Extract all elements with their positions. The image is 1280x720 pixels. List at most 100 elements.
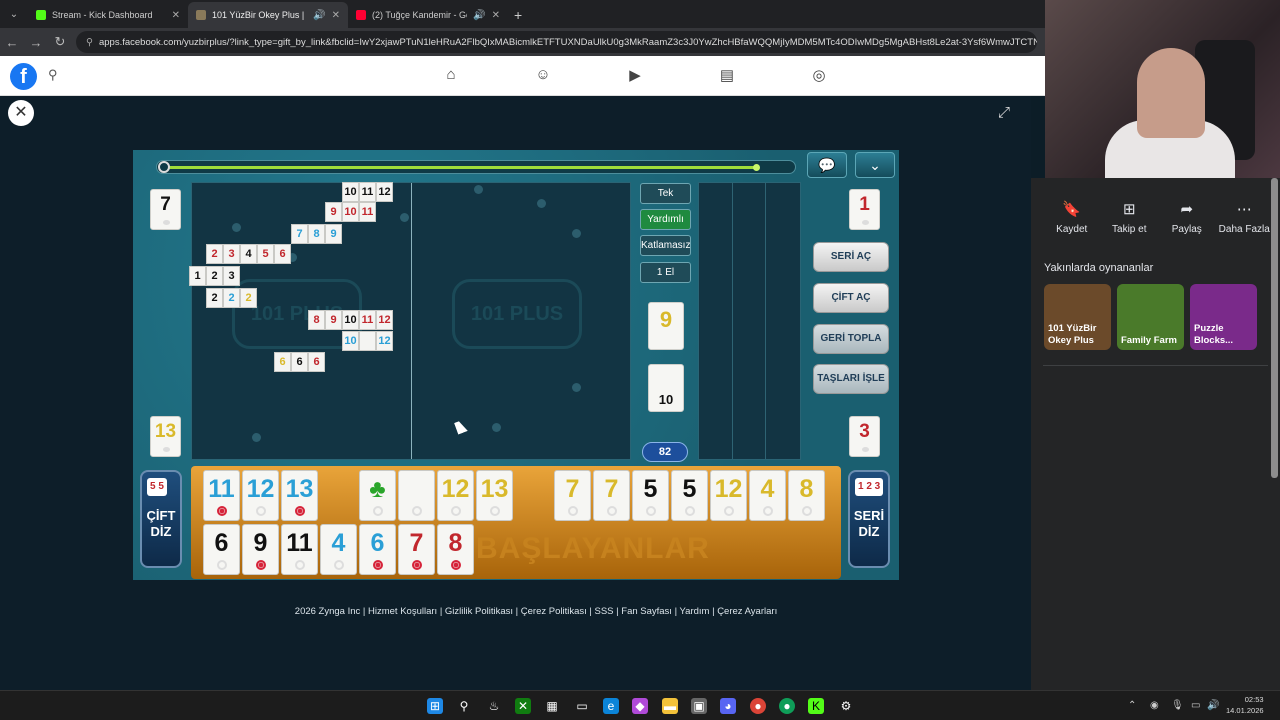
rack-tile[interactable]: 8 — [437, 524, 474, 575]
footer-links[interactable]: 2026 Zynga Inc | Hizmet Koşulları | Gizl… — [0, 606, 1072, 617]
network-icon[interactable]: ▭ — [1191, 700, 1200, 711]
friends-icon[interactable]: ☺ — [533, 66, 553, 86]
rack-tile[interactable]: 7 — [554, 470, 591, 521]
back-icon[interactable]: ← — [0, 35, 24, 50]
table-tile[interactable]: 6 — [291, 352, 308, 372]
scrollbar[interactable] — [1271, 178, 1278, 478]
reload-icon[interactable]: ↻ — [48, 34, 72, 50]
volume-icon[interactable]: 🔊 — [1207, 700, 1219, 711]
table-tile[interactable]: 9 — [325, 224, 342, 244]
follow-button[interactable]: ⊞ Takip et — [1101, 200, 1159, 235]
rack-tile[interactable]: 9 — [242, 524, 279, 575]
close-tab-icon[interactable]: ✕ — [172, 10, 180, 21]
taskbar-clock[interactable]: 02:53 14.01.2026 — [1226, 694, 1264, 716]
table-tile[interactable]: 2 — [240, 288, 257, 308]
table-tile[interactable]: 3 — [223, 266, 240, 286]
marketplace-icon[interactable]: ▤ — [717, 66, 737, 86]
fullscreen-icon[interactable]: ⤢ — [998, 104, 1010, 121]
tab-search-icon[interactable]: ⌄ — [0, 0, 28, 28]
edge-icon[interactable]: e — [603, 698, 619, 714]
table-tile[interactable]: 4 — [240, 244, 257, 264]
rack-tile[interactable]: 12 — [242, 470, 279, 521]
table-tile[interactable]: 10 — [342, 182, 359, 202]
rack-tile[interactable]: 6 — [359, 524, 396, 575]
home-icon[interactable]: ⌂ — [441, 66, 461, 86]
table-tile[interactable]: 6 — [274, 352, 291, 372]
store-icon[interactable]: ▣ — [691, 698, 707, 714]
rack-tile[interactable]: 4 — [320, 524, 357, 575]
cift-diz-button[interactable]: 5 5 ÇİFT DİZ — [140, 470, 182, 568]
rack-tile[interactable]: 5 — [632, 470, 669, 521]
folder-icon[interactable]: ▬ — [662, 698, 678, 714]
table-tile[interactable]: 6 — [274, 244, 291, 264]
empty-rack-slot[interactable] — [320, 470, 357, 521]
save-button[interactable]: 🔖 Kaydet — [1043, 200, 1101, 235]
table-tile[interactable]: 7 — [291, 224, 308, 244]
copilot-icon[interactable]: ◆ — [632, 698, 648, 714]
rack-tile[interactable]: 6 — [203, 524, 240, 575]
table-tile[interactable]: 2 — [206, 288, 223, 308]
game-card-family-farm[interactable]: Family Farm — [1117, 284, 1184, 350]
mic-icon[interactable]: 🎙 — [1171, 700, 1184, 711]
table-tile[interactable]: 2 — [206, 244, 223, 264]
rack-tile[interactable]: 13 — [281, 470, 318, 521]
table-tile[interactable]: 3 — [223, 244, 240, 264]
table-tile[interactable]: 9 — [325, 202, 342, 222]
tab-kick[interactable]: Stream - Kick Dashboard ✕ — [28, 2, 188, 28]
seri-ac-button[interactable]: SERİ AÇ — [813, 242, 889, 272]
table-tile[interactable]: 8 — [308, 310, 325, 330]
empty-rack-slot[interactable] — [515, 470, 552, 521]
speaker-icon[interactable]: 🔊 — [473, 10, 485, 21]
right-bottom-discard-tile[interactable]: 3 — [849, 416, 880, 457]
close-tab-icon[interactable]: ✕ — [332, 10, 340, 21]
settings-icon[interactable]: ⚙ — [838, 698, 854, 714]
rack-tile[interactable]: 7 — [593, 470, 630, 521]
search-icon[interactable]: ⚲ — [48, 67, 58, 83]
discord-icon[interactable]: ◕ — [720, 698, 736, 714]
share-button[interactable]: ➦ Paylaş — [1158, 200, 1216, 235]
rack-tile[interactable]: 12 — [437, 470, 474, 521]
table-tile[interactable]: 10 — [342, 331, 359, 351]
table-tile[interactable]: 8 — [308, 224, 325, 244]
table-tile[interactable]: 11 — [359, 310, 376, 330]
chat-button[interactable]: 💬 — [807, 152, 847, 178]
table-tile[interactable]: 6 — [308, 352, 325, 372]
left-bottom-discard-tile[interactable]: 13 — [150, 416, 181, 457]
search-icon[interactable]: ⚲ — [456, 698, 472, 714]
chevron-down-icon[interactable]: ⌄ — [855, 152, 895, 178]
chrome-profile-icon[interactable]: ● — [779, 698, 795, 714]
table-tile[interactable]: 11 — [359, 182, 376, 202]
rack-tile[interactable]: 13 — [476, 470, 513, 521]
table-tile[interactable] — [359, 331, 376, 351]
table-tile[interactable]: 10 — [342, 202, 359, 222]
close-icon[interactable]: ✕ — [8, 100, 34, 126]
table-tile[interactable]: 2 — [223, 288, 240, 308]
site-info-icon[interactable]: ⚲ — [86, 37, 93, 48]
chrome-icon[interactable]: ● — [750, 698, 766, 714]
steam-icon[interactable]: ♨ — [486, 698, 502, 714]
tab-youtube[interactable]: (2) Tuğçe Kandemir - Görü 🔊 ✕ — [348, 2, 508, 28]
video-icon[interactable]: ▶ — [625, 66, 645, 86]
table-tile[interactable]: 5 — [257, 244, 274, 264]
rack-tile[interactable]: 11 — [281, 524, 318, 575]
game-card-puzzle-blocks[interactable]: Puzzle Blocks... — [1190, 284, 1257, 350]
new-tab-button[interactable]: + — [514, 2, 522, 28]
start-icon[interactable]: ⊞ — [427, 698, 443, 714]
app-icon[interactable]: ▦ — [544, 698, 560, 714]
tab-okey[interactable]: 101 YüzBir Okey Plus | Face 🔊 ✕ — [188, 2, 348, 28]
table-tile[interactable]: 12 — [376, 331, 393, 351]
right-top-discard-tile[interactable]: 1 — [849, 189, 880, 230]
rack-tile[interactable] — [398, 470, 435, 521]
file-icon[interactable]: ▭ — [574, 698, 590, 714]
table-tile[interactable]: 11 — [359, 202, 376, 222]
geri-topla-button[interactable]: GERİ TOPLA — [813, 324, 889, 354]
xbox-icon[interactable]: ✕ — [515, 698, 531, 714]
table-tile[interactable]: 2 — [206, 266, 223, 286]
rack-tile[interactable]: 12 — [710, 470, 747, 521]
tray-chevron-icon[interactable]: ⌃ — [1128, 700, 1136, 711]
left-top-discard-tile[interactable]: 7 — [150, 189, 181, 230]
close-tab-icon[interactable]: ✕ — [492, 10, 500, 21]
url-field[interactable]: ⚲ apps.facebook.com/yuzbirplus/?link_typ… — [76, 31, 1037, 53]
tray-app-icon[interactable]: ◉ — [1150, 700, 1159, 711]
rack-tile[interactable]: 7 — [398, 524, 435, 575]
